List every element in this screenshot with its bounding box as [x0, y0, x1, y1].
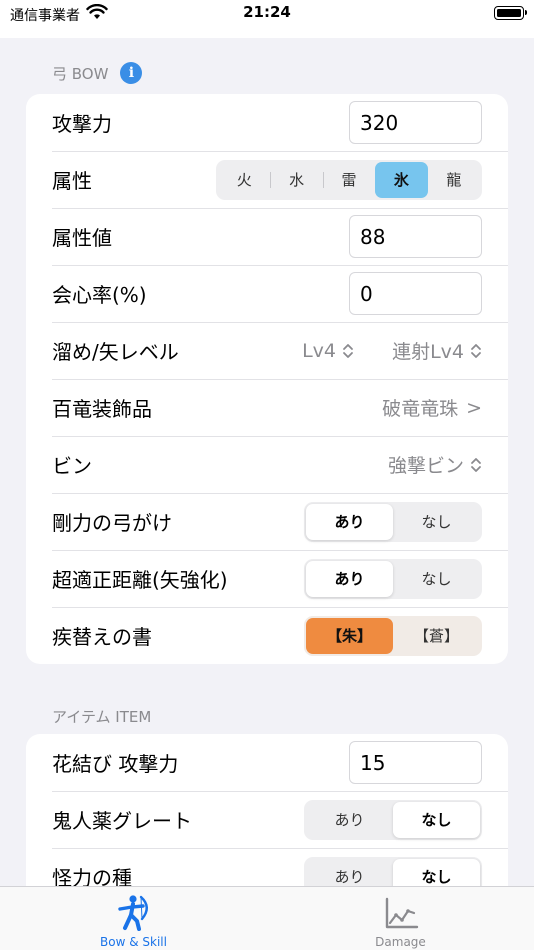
charge-level-row: 溜め/矢レベル Lv4 連射Lv4 [26, 322, 508, 379]
demondrug-segmented-control: あり なし [304, 799, 482, 840]
demondrug-label: 鬼人薬グレート [52, 809, 192, 833]
switch-scroll-label: 疾替えの書 [52, 625, 152, 649]
status-bar: 通信事業者 21:24 [0, 0, 534, 38]
tab-bar: Bow & Skill Damage [0, 886, 534, 950]
charge-level-label: 溜め/矢レベル [52, 340, 179, 364]
attack-label: 攻撃力 [52, 112, 112, 136]
bow-charge-plus-on[interactable]: あり [306, 503, 393, 540]
element-value-label: 属性値 [52, 226, 112, 250]
coating-picker[interactable]: 強撃ビン [388, 451, 482, 478]
battery-icon [494, 6, 527, 20]
attack-input[interactable]: 320 [349, 101, 482, 144]
demondrug-off[interactable]: なし [393, 801, 480, 838]
decoration-value: 破竜竜珠 [382, 398, 459, 420]
flower-attack-input[interactable]: 15 [349, 741, 482, 784]
decoration-link[interactable]: 破竜竜珠 > [382, 394, 482, 421]
element-option-ice[interactable]: 氷 [375, 161, 428, 198]
tab-bow-skill-label: Bow & Skill [100, 935, 167, 949]
bow-settings-card: 攻撃力 320 属性 火 水 雷 氷 龍 属性値 88 会心率(%) 0 溜め/… [26, 94, 508, 664]
sweet-spot-label: 超適正距離(矢強化) [52, 568, 228, 592]
coating-value: 強撃ビン [387, 455, 464, 477]
sweet-spot-segmented-control: あり なし [304, 558, 482, 599]
switch-scroll-blue[interactable]: 【蒼】 [393, 618, 480, 654]
affinity-label: 会心率(%) [52, 283, 147, 307]
flower-attack-label: 花結び 攻撃力 [52, 752, 179, 776]
clock: 21:24 [243, 3, 291, 21]
bow-section-header: 弓 BOW i [52, 62, 143, 84]
element-option-dragon[interactable]: 龍 [428, 162, 480, 198]
switch-scroll-red[interactable]: 【朱】 [306, 617, 393, 654]
element-option-fire[interactable]: 火 [218, 162, 270, 198]
item-section-header: アイテム ITEM [52, 706, 151, 727]
chevron-up-down-icon [471, 343, 481, 358]
bow-charge-plus-off[interactable]: なし [393, 504, 480, 540]
affinity-row: 会心率(%) 0 [26, 265, 508, 322]
sweet-spot-on[interactable]: あり [306, 560, 393, 597]
charge-level-picker[interactable]: Lv4 [302, 340, 354, 362]
coating-row: ビン 強撃ビン [26, 436, 508, 493]
bow-charge-plus-row: 剛力の弓がけ あり なし [26, 493, 508, 550]
tab-damage-label: Damage [375, 935, 426, 949]
bow-charge-plus-label: 剛力の弓がけ [52, 511, 172, 535]
bow-section-title: 弓 BOW [52, 64, 109, 83]
tab-damage[interactable]: Damage [267, 887, 534, 950]
item-settings-card: 花結び 攻撃力 15 鬼人薬グレート あり なし 怪力の種 あり なし [26, 734, 508, 904]
switch-scroll-segmented-control: 【朱】 【蒼】 [304, 615, 482, 656]
tab-bow-skill[interactable]: Bow & Skill [0, 887, 267, 950]
element-value-input[interactable]: 88 [349, 215, 482, 258]
charge-level-value: Lv4 [302, 339, 336, 362]
arrow-level-value: 連射Lv4 [392, 341, 464, 363]
sweet-spot-row: 超適正距離(矢強化) あり なし [26, 550, 508, 607]
item-section-title: アイテム ITEM [52, 708, 152, 726]
element-segmented-control: 火 水 雷 氷 龍 [216, 159, 482, 200]
demondrug-row: 鬼人薬グレート あり なし [26, 791, 508, 848]
arrow-level-picker[interactable]: 連射Lv4 [392, 337, 482, 364]
element-row: 属性 火 水 雷 氷 龍 [26, 151, 508, 208]
switch-scroll-row: 疾替えの書 【朱】 【蒼】 [26, 607, 508, 664]
chevron-up-down-icon [343, 343, 353, 358]
coating-label: ビン [52, 454, 92, 478]
chevron-right-icon: > [466, 396, 482, 419]
attack-row: 攻撃力 320 [26, 94, 508, 151]
element-label: 属性 [52, 169, 92, 193]
line-chart-icon [385, 897, 418, 929]
element-option-water[interactable]: 水 [270, 162, 322, 198]
element-value-row: 属性値 88 [26, 208, 508, 265]
element-option-thunder[interactable]: 雷 [322, 162, 375, 198]
sweet-spot-off[interactable]: なし [393, 561, 480, 597]
bow-charge-plus-segmented-control: あり なし [304, 501, 482, 542]
decoration-row[interactable]: 百竜装飾品 破竜竜珠 > [26, 379, 508, 436]
demondrug-on[interactable]: あり [306, 802, 393, 838]
affinity-input[interactable]: 0 [349, 272, 482, 315]
chevron-up-down-icon [471, 457, 481, 472]
info-icon[interactable]: i [120, 62, 143, 84]
decoration-label: 百竜装飾品 [52, 397, 152, 421]
archer-icon [117, 895, 148, 931]
flower-attack-row: 花結び 攻撃力 15 [26, 734, 508, 791]
